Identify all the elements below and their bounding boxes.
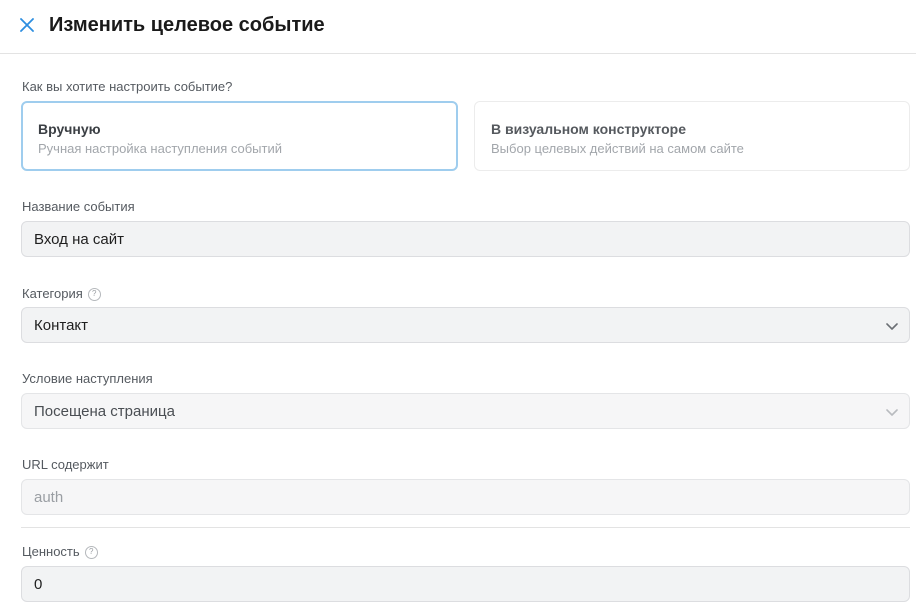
value-label-text: Ценность [22, 544, 80, 559]
category-select-value: Контакт [34, 316, 89, 334]
option-manual-subtitle: Ручная настройка наступления событий [38, 141, 283, 156]
category-label-text: Категория [22, 286, 83, 301]
dialog-header: Изменить целевое событие [0, 0, 916, 54]
condition-label: Условие наступления [22, 371, 153, 386]
condition-select-value: Посещена страница [34, 402, 175, 420]
close-icon [20, 18, 34, 32]
close-button[interactable] [16, 14, 38, 36]
divider [21, 527, 910, 528]
event-name-label: Название события [22, 199, 135, 214]
page-title: Изменить целевое событие [49, 14, 325, 36]
setup-question-label: Как вы хотите настроить событие? [22, 79, 233, 94]
question-circle-icon[interactable]: ? [87, 287, 101, 301]
value-input[interactable] [21, 566, 910, 602]
question-circle-icon[interactable]: ? [84, 545, 98, 559]
option-manual[interactable]: Вручную Ручная настройка наступления соб… [21, 101, 458, 171]
category-label: Категория ? [22, 286, 101, 302]
option-visual-builder[interactable]: В визуальном конструкторе Выбор целевых … [474, 101, 910, 171]
chevron-down-icon [886, 409, 898, 416]
event-name-input[interactable] [21, 221, 910, 257]
url-input[interactable] [21, 479, 910, 515]
option-manual-title: Вручную [38, 121, 101, 137]
condition-select[interactable]: Посещена страница [21, 393, 910, 429]
option-visual-builder-title: В визуальном конструкторе [491, 121, 686, 137]
url-label: URL содержит [22, 457, 109, 472]
option-visual-builder-subtitle: Выбор целевых действий на самом сайте [491, 141, 744, 156]
category-select[interactable]: Контакт [21, 307, 910, 343]
value-label: Ценность ? [22, 544, 98, 560]
chevron-down-icon [886, 323, 898, 330]
